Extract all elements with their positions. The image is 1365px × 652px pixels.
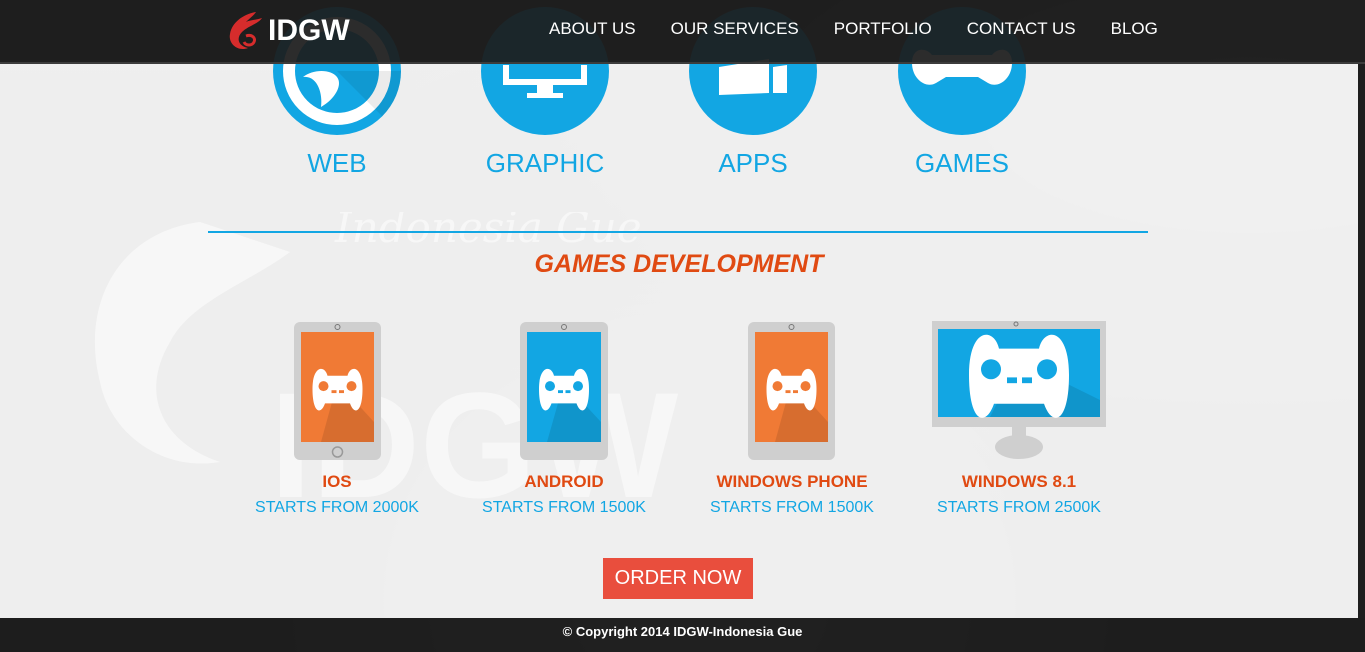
copyright-text: © Copyright 2014 IDGW-Indonesia Gue — [562, 624, 803, 639]
select-button — [1007, 377, 1017, 384]
dpad-dot — [318, 381, 329, 392]
top-navbar: IDGW ABOUT US OUR SERVICES PORTFOLIO CONTAC… — [0, 0, 1365, 64]
nav-link-portfolio[interactable]: PORTFOLIO — [834, 19, 932, 39]
start-button — [1022, 377, 1032, 384]
footer: © Copyright 2014 IDGW-Indonesia Gue — [0, 618, 1365, 652]
nav-link-blog[interactable]: BLOG — [1111, 19, 1158, 39]
button-dot — [1037, 359, 1057, 380]
platform-name: ANDROID — [524, 472, 604, 491]
platform-price: STARTS FROM 2000K — [255, 499, 419, 516]
device-windows-8-1 — [932, 321, 1106, 459]
device-android — [520, 322, 608, 460]
brand-name: IDGW — [268, 14, 350, 47]
platform-price: STARTS FROM 1500K — [710, 499, 874, 516]
nav-link-our-services[interactable]: OUR SERVICES — [671, 19, 799, 39]
main-nav: ABOUT US OUR SERVICES PORTFOLIO CONTACT US B… — [549, 19, 1193, 39]
platform-name: WINDOWS 8.1 — [961, 472, 1077, 491]
platform-price: STARTS FROM 1500K — [482, 499, 646, 516]
platform-price: STARTS FROM 2500K — [937, 499, 1101, 516]
brand-logo[interactable]: IDGW — [226, 9, 350, 53]
platform-illustrations — [294, 321, 1106, 460]
button-dot — [346, 381, 357, 392]
nav-link-contact-us[interactable]: CONTACT US — [967, 19, 1076, 39]
button-dot — [573, 381, 583, 392]
flame-logo-icon — [229, 12, 262, 50]
device-ios — [294, 322, 381, 460]
dpad-dot — [981, 359, 1001, 380]
start-button — [565, 390, 571, 394]
button-dot — [800, 381, 811, 392]
start-button — [339, 390, 344, 394]
dpad-dot — [772, 381, 783, 392]
platform-name: IOS — [322, 472, 352, 491]
start-button — [793, 390, 798, 394]
select-button — [785, 390, 791, 394]
select-button — [331, 390, 337, 394]
dpad-dot — [545, 381, 555, 392]
platform-name: WINDOWS PHONE — [716, 472, 868, 491]
select-button — [558, 390, 563, 394]
nav-link-about-us[interactable]: ABOUT US — [549, 19, 636, 39]
order-now-button[interactable]: ORDER NOW — [603, 558, 753, 599]
monitor-stand — [995, 435, 1043, 459]
device-windows-phone — [748, 322, 835, 460]
